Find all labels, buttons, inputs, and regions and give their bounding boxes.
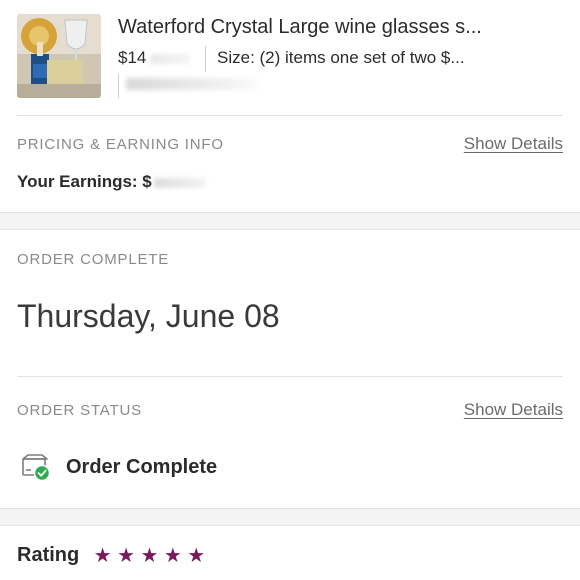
order-item-row[interactable]: Waterford Crystal Large wine glasses s..… xyxy=(0,0,580,116)
item-thumbnail[interactable] xyxy=(17,14,101,98)
order-status-label: ORDER STATUS xyxy=(17,402,142,419)
star-icon: ★ xyxy=(93,545,112,567)
section-separator xyxy=(0,508,580,526)
pricing-show-details-link[interactable]: Show Details xyxy=(464,134,563,154)
order-status-text: Order Complete xyxy=(66,456,218,478)
item-price-value: $14 xyxy=(118,48,147,67)
item-price: $14 xyxy=(118,48,191,68)
divider xyxy=(205,46,206,72)
star-icon: ★ xyxy=(117,545,135,567)
divider xyxy=(17,376,563,377)
divider xyxy=(17,115,563,116)
item-size: Size: (2) items one set of two $... xyxy=(217,48,465,67)
pricing-section-label: PRICING & EARNING INFO xyxy=(17,136,224,153)
your-earnings-label: Your Earnings: $ xyxy=(17,172,152,191)
rating-stars: ★ ★ ★ ★ ★ xyxy=(94,543,207,568)
order-complete-date: Thursday, June 08 xyxy=(17,298,280,334)
divider xyxy=(118,74,119,98)
section-separator xyxy=(0,212,580,230)
order-complete-label: ORDER COMPLETE xyxy=(17,251,170,268)
redacted-price xyxy=(150,53,191,64)
box-check-icon xyxy=(21,453,51,482)
rating-label: Rating xyxy=(17,544,80,566)
star-icon: ★ xyxy=(187,545,206,567)
redacted-earnings xyxy=(153,177,206,188)
star-icon: ★ xyxy=(140,545,159,567)
status-show-details-link[interactable]: Show Details xyxy=(464,400,563,420)
rating-row: Rating ★ ★ ★ ★ ★ xyxy=(17,543,206,571)
item-title[interactable]: Waterford Crystal Large wine glasses s..… xyxy=(118,16,482,39)
your-earnings: Your Earnings: $ xyxy=(17,172,206,192)
redacted-subtext xyxy=(126,78,256,90)
star-icon: ★ xyxy=(163,545,182,567)
